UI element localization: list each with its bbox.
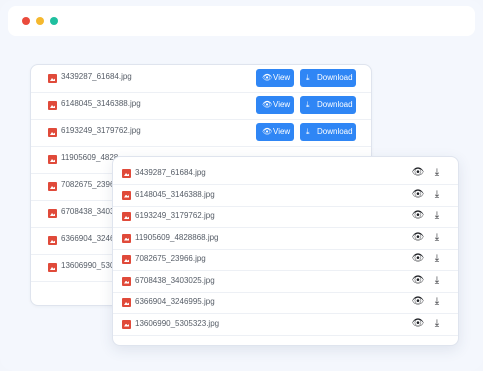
eye-icon[interactable]: 👁 (411, 274, 425, 288)
eye-icon: 👁 (262, 100, 273, 109)
image-file-icon (48, 209, 57, 218)
view-button[interactable]: 👁 View (256, 123, 294, 141)
download-icon[interactable]: ⤓ (430, 274, 444, 288)
file-row: 3439287_61684.jpg 👁 View ⤓ Download (31, 65, 371, 93)
minimize-window-dot[interactable] (36, 17, 44, 25)
file-row: 3439287_61684.jpg 👁 ⤓ (113, 163, 458, 185)
eye-icon[interactable]: 👁 (411, 188, 425, 202)
view-button[interactable]: 👁 View (256, 96, 294, 114)
file-row: 6193249_3179762.jpg 👁 ⤓ (113, 206, 458, 228)
file-name: 11905609_4828868.jpg (135, 232, 219, 242)
file-name: 6148045_3146388.jpg (135, 189, 215, 199)
download-icon: ⤓ (306, 100, 310, 109)
download-button-label: Download (317, 100, 353, 109)
eye-icon[interactable]: 👁 (411, 295, 425, 309)
download-icon[interactable]: ⤓ (430, 231, 444, 245)
file-row: 13606990_5305323.jpg 👁 ⤓ (113, 314, 458, 336)
file-name: 6366904_3246 (61, 234, 115, 243)
download-icon[interactable]: ⤓ (430, 252, 444, 266)
download-icon[interactable]: ⤓ (430, 166, 444, 180)
file-name: 6193249_3179762.jpg (135, 211, 215, 220)
eye-icon[interactable]: 👁 (411, 317, 425, 331)
file-row: 6366904_3246995.jpg 👁 ⤓ (113, 292, 458, 314)
image-file-icon (122, 298, 131, 307)
file-row: 6148045_3146388.jpg 👁 ⤓ (113, 185, 458, 207)
file-name: 13606990_530 (61, 261, 115, 270)
file-name: 7082675_23966.jpg (135, 254, 206, 263)
file-name: 6193249_3179762.jpg (61, 126, 141, 135)
image-file-icon (48, 182, 57, 191)
eye-icon: 👁 (262, 73, 273, 82)
file-row: 6193249_3179762.jpg 👁 View ⤓ Download (31, 119, 371, 147)
image-file-icon (122, 276, 131, 286)
download-button[interactable]: ⤓ Download (300, 96, 356, 114)
image-file-icon (122, 233, 131, 243)
image-file-icon (122, 255, 131, 264)
image-file-icon (122, 212, 131, 221)
file-name: 6366904_3246995.jpg (135, 297, 215, 306)
view-button-label: View (273, 100, 291, 109)
file-name: 3439287_61684.jpg (135, 168, 206, 177)
download-button[interactable]: ⤓ Download (300, 123, 356, 141)
close-window-dot[interactable] (22, 17, 30, 25)
image-file-icon (48, 263, 57, 272)
download-button-label: Download (317, 127, 353, 136)
file-row: 11905609_4828868.jpg 👁 ⤓ (113, 228, 458, 250)
download-icon[interactable]: ⤓ (430, 209, 444, 223)
app-window: 3439287_61684.jpg 👁 View ⤓ Download 6148045_3… (0, 0, 483, 371)
eye-icon[interactable]: 👁 (411, 252, 425, 266)
file-name: 11905609_4828 (61, 153, 119, 162)
view-button-label: View (273, 127, 291, 136)
eye-icon[interactable]: 👁 (411, 209, 425, 223)
file-name: 6708438_3403 (61, 207, 115, 216)
file-list-with-icons: 3439287_61684.jpg 👁 ⤓ 6148045_3146388.jpg 👁 ⤓… (112, 156, 459, 346)
download-icon[interactable]: ⤓ (430, 188, 444, 202)
image-file-icon (48, 236, 57, 245)
eye-icon[interactable]: 👁 (411, 166, 425, 180)
file-row: 7082675_23966.jpg 👁 ⤓ (113, 249, 458, 271)
image-file-icon (122, 169, 131, 178)
image-file-icon (48, 74, 57, 83)
download-icon: ⤓ (306, 127, 310, 136)
file-name: 7082675_2396 (61, 180, 115, 189)
eye-icon: 👁 (262, 127, 273, 136)
eye-icon[interactable]: 👁 (411, 231, 425, 245)
file-name: 3439287_61684.jpg (61, 72, 132, 81)
window-titlebar (8, 6, 475, 36)
image-file-icon (122, 190, 131, 200)
maximize-window-dot[interactable] (50, 17, 58, 25)
view-button[interactable]: 👁 View (256, 69, 294, 87)
file-row: 6708438_3403025.jpg 👁 ⤓ (113, 271, 458, 293)
image-file-icon (48, 128, 57, 137)
image-file-icon (48, 155, 57, 164)
download-icon[interactable]: ⤓ (430, 295, 444, 309)
file-name: 13606990_5305323.jpg (135, 318, 220, 328)
view-button-label: View (273, 73, 291, 82)
image-file-icon (122, 319, 131, 329)
download-icon[interactable]: ⤓ (430, 317, 444, 331)
image-file-icon (48, 101, 57, 110)
download-button[interactable]: ⤓ Download (300, 69, 356, 87)
file-row: 6148045_3146388.jpg 👁 View ⤓ Download (31, 92, 371, 120)
download-button-label: Download (317, 73, 353, 82)
file-name: 6708438_3403025.jpg (135, 275, 215, 285)
download-icon: ⤓ (306, 73, 310, 82)
file-name: 6148045_3146388.jpg (61, 99, 141, 108)
